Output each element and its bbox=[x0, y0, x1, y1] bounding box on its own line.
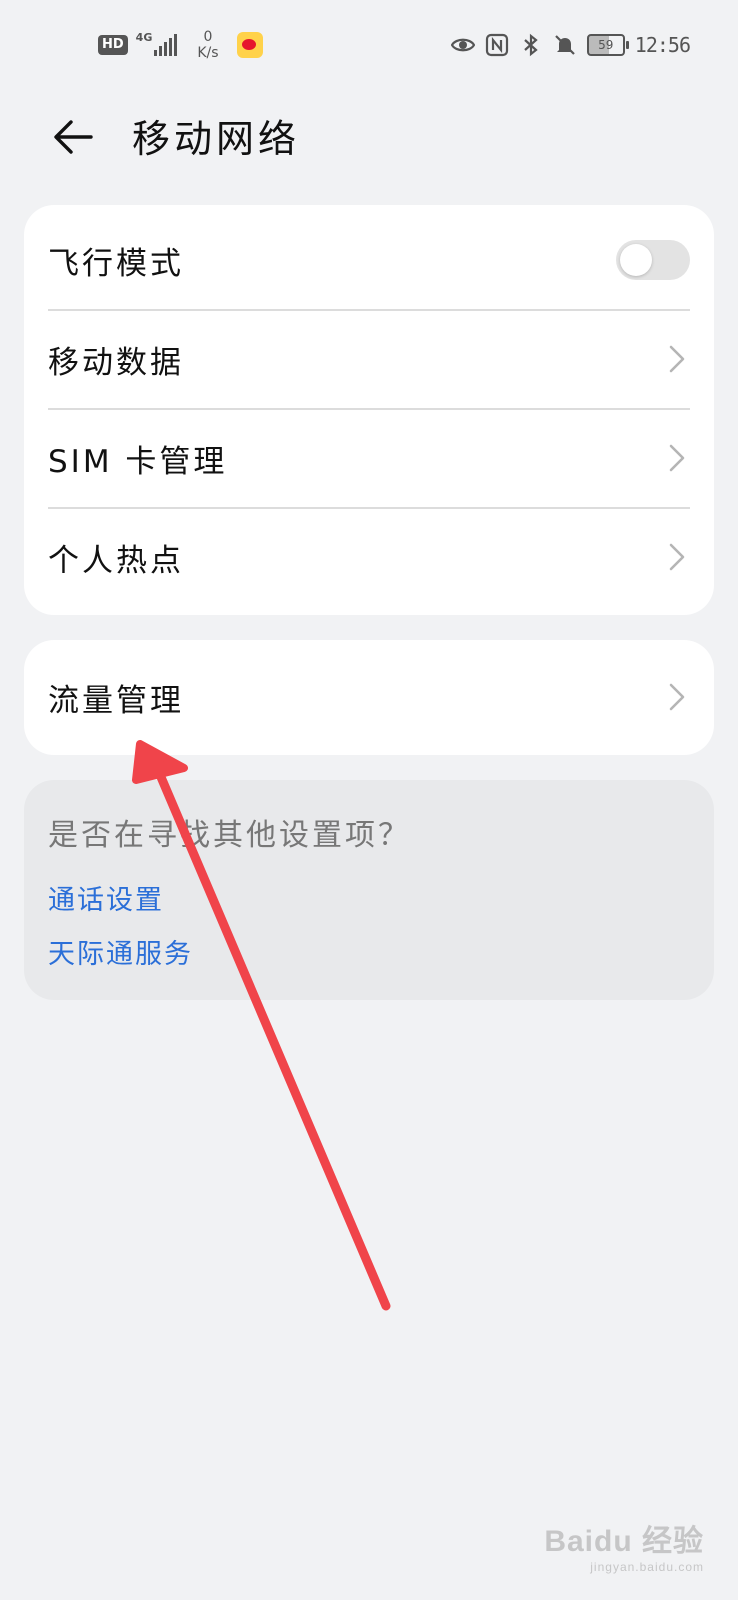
page-title: 移动网络 bbox=[132, 117, 301, 161]
network-speed: 0 K/s bbox=[197, 29, 218, 61]
sim-management-row[interactable]: SIM 卡管理 bbox=[48, 409, 690, 507]
status-right: 59 12:56 bbox=[450, 28, 691, 62]
traffic-management-card: 流量管理 bbox=[24, 640, 714, 755]
suggestions-title: 是否在寻找其他设置项？ bbox=[48, 818, 411, 853]
airplane-mode-toggle[interactable] bbox=[616, 240, 690, 280]
baidu-watermark: Baidu 经验 jingyan.baidu.com bbox=[544, 1516, 704, 1574]
traffic-management-row[interactable]: 流量管理 bbox=[48, 648, 690, 746]
network-settings-card: 飞行模式 移动数据 SIM 卡管理 个人热点 bbox=[24, 205, 714, 615]
weibo-icon bbox=[236, 32, 263, 58]
bluetooth-icon bbox=[524, 33, 538, 57]
suggestions-card: 是否在寻找其他设置项？ 通话设置 天际通服务 bbox=[24, 780, 714, 1000]
speed-value: 0 bbox=[203, 29, 213, 45]
call-settings-link[interactable]: 通话设置 bbox=[48, 878, 164, 917]
airplane-mode-row[interactable]: 飞行模式 bbox=[48, 211, 690, 309]
sim-management-label: SIM 卡管理 bbox=[48, 443, 228, 480]
battery-icon: 59 bbox=[586, 34, 629, 56]
page-header: 移动网络 bbox=[0, 90, 738, 190]
signal-icon bbox=[154, 34, 178, 56]
watermark-sub: jingyan.baidu.com bbox=[590, 1560, 704, 1574]
chevron-right-icon bbox=[669, 444, 685, 472]
chevron-right-icon bbox=[669, 345, 685, 373]
chevron-right-icon bbox=[669, 683, 685, 711]
hotspot-label: 个人热点 bbox=[48, 542, 184, 579]
network-type: 4G bbox=[135, 30, 153, 44]
mobile-data-label: 移动数据 bbox=[48, 344, 184, 381]
skytone-service-link[interactable]: 天际通服务 bbox=[48, 932, 193, 971]
status-left: HD 4G 0 K/s bbox=[98, 28, 263, 62]
hotspot-row[interactable]: 个人热点 bbox=[48, 508, 690, 606]
status-time: 12:56 bbox=[634, 33, 691, 57]
arrow-left-icon bbox=[54, 120, 93, 154]
watermark-main: Baidu 经验 bbox=[544, 1525, 704, 1558]
chevron-right-icon bbox=[669, 543, 685, 571]
mobile-data-row[interactable]: 移动数据 bbox=[48, 310, 690, 408]
airplane-mode-label: 飞行模式 bbox=[48, 245, 184, 282]
speed-unit: K/s bbox=[197, 45, 219, 61]
mute-bell-icon bbox=[555, 35, 575, 55]
nfc-icon bbox=[485, 33, 508, 57]
eye-icon bbox=[450, 38, 475, 52]
traffic-management-label: 流量管理 bbox=[48, 682, 184, 719]
status-bar: HD 4G 0 K/s 59 12:56 bbox=[0, 0, 738, 90]
back-button[interactable] bbox=[46, 110, 100, 164]
hd-icon: HD bbox=[98, 35, 128, 55]
